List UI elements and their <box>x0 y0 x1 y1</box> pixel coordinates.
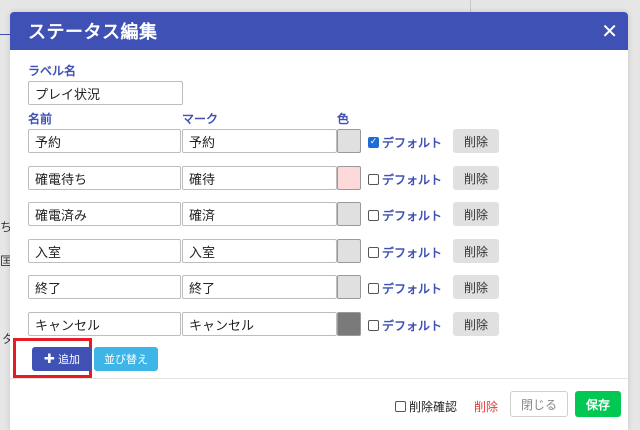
status-mark-input[interactable] <box>182 202 337 226</box>
default-checkbox[interactable] <box>368 210 379 221</box>
close-button[interactable]: 閉じる <box>510 391 568 417</box>
default-toggle[interactable]: ✓ デフォルト <box>368 134 442 151</box>
default-checkbox[interactable] <box>368 320 379 331</box>
status-mark-input[interactable] <box>182 275 337 299</box>
status-mark-input[interactable] <box>182 129 337 153</box>
status-color-swatch[interactable] <box>337 129 361 153</box>
label-name-heading: ラベル名 <box>28 64 77 78</box>
default-toggle[interactable]: デフォルト <box>368 317 442 334</box>
status-name-input[interactable] <box>28 129 181 153</box>
status-color-swatch[interactable] <box>337 166 361 190</box>
status-color-swatch[interactable] <box>337 275 361 299</box>
default-label: デフォルト <box>382 136 443 150</box>
add-button-label: 追加 <box>57 353 80 366</box>
close-icon[interactable]: ✕ <box>601 21 618 41</box>
status-name-input[interactable] <box>28 312 181 336</box>
status-color-swatch[interactable] <box>337 312 361 336</box>
column-header-name: 名前 <box>28 112 53 126</box>
default-toggle[interactable]: デフォルト <box>368 207 442 224</box>
default-label: デフォルト <box>382 246 443 260</box>
column-header-color: 色 <box>337 112 350 126</box>
default-toggle[interactable]: デフォルト <box>368 280 442 297</box>
status-mark-input[interactable] <box>182 239 337 263</box>
default-toggle[interactable]: デフォルト <box>368 244 442 261</box>
dialog-header: ステータス編集 ✕ <box>10 12 628 50</box>
status-mark-input[interactable] <box>182 166 337 190</box>
confirm-delete-label: 削除確認 <box>409 400 458 414</box>
plus-icon: ✚ <box>44 351 55 367</box>
save-button[interactable]: 保存 <box>575 391 621 417</box>
delete-row-button[interactable]: 削除 <box>453 312 499 336</box>
delete-link[interactable]: 削除 <box>474 398 498 415</box>
default-checkbox[interactable]: ✓ <box>368 137 379 148</box>
default-label: デフォルト <box>382 319 443 333</box>
label-name-input[interactable] <box>28 81 183 105</box>
default-checkbox[interactable] <box>368 247 379 258</box>
background-divider <box>0 34 10 35</box>
status-name-input[interactable] <box>28 239 181 263</box>
default-checkbox[interactable] <box>368 174 379 185</box>
column-header-mark: マーク <box>182 112 219 126</box>
dialog-title: ステータス編集 <box>28 22 158 43</box>
default-checkbox[interactable] <box>368 283 379 294</box>
status-name-input[interactable] <box>28 275 181 299</box>
status-color-swatch[interactable] <box>337 239 361 263</box>
default-label: デフォルト <box>382 173 443 187</box>
status-color-swatch[interactable] <box>337 202 361 226</box>
status-mark-input[interactable] <box>182 312 337 336</box>
add-button[interactable]: ✚ 追加 <box>32 347 92 371</box>
confirm-delete-checkbox[interactable] <box>395 401 406 412</box>
delete-row-button[interactable]: 削除 <box>453 239 499 263</box>
default-toggle[interactable]: デフォルト <box>368 171 442 188</box>
delete-row-button[interactable]: 削除 <box>453 202 499 226</box>
status-name-input[interactable] <box>28 166 181 190</box>
delete-row-button[interactable]: 削除 <box>453 166 499 190</box>
confirm-delete-toggle[interactable]: 削除確認 <box>395 398 457 415</box>
status-edit-dialog: ステータス編集 ✕ ラベル名 名前 マーク 色 ✓ デフォルト 削除 デフォルト… <box>10 12 628 430</box>
default-label: デフォルト <box>382 209 443 223</box>
default-label: デフォルト <box>382 282 443 296</box>
delete-row-button[interactable]: 削除 <box>453 129 499 153</box>
footer-divider <box>10 378 628 379</box>
status-name-input[interactable] <box>28 202 181 226</box>
sort-button[interactable]: 並び替え <box>94 347 158 371</box>
delete-row-button[interactable]: 削除 <box>453 275 499 299</box>
